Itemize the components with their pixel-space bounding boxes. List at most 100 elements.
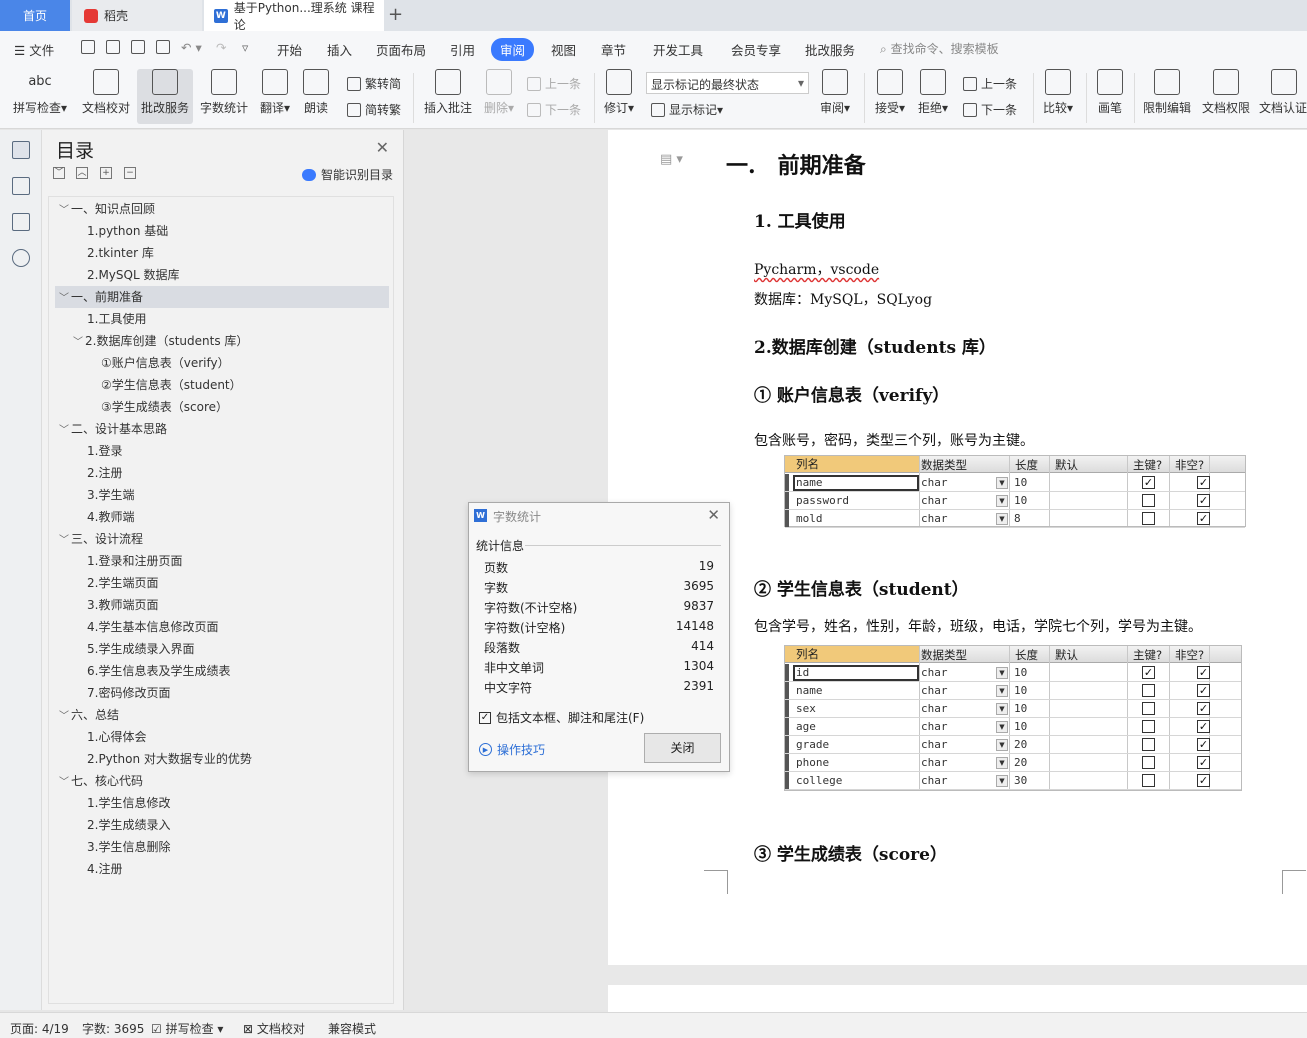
- track-changes-button[interactable]: 修订▾: [600, 69, 638, 116]
- doc-permission-button[interactable]: 文档权限: [1200, 69, 1252, 116]
- toc-item[interactable]: 4.教师端: [87, 506, 134, 528]
- toc-item[interactable]: 2.学生端页面: [87, 572, 158, 594]
- toc-item[interactable]: 1.心得体会: [87, 726, 146, 748]
- tab-daoke[interactable]: 稻壳: [72, 0, 202, 31]
- toc-item[interactable]: ③学生成绩表（score）: [101, 396, 228, 418]
- chevron-down-icon[interactable]: ﹀: [59, 420, 71, 442]
- toc-item[interactable]: 1.登录和注册页面: [87, 550, 182, 572]
- chevron-down-icon[interactable]: ﹀: [59, 200, 71, 222]
- insert-comment-button[interactable]: 插入批注: [422, 69, 474, 116]
- toc-item[interactable]: 7.密码修改页面: [87, 682, 170, 704]
- restrict-edit-button[interactable]: 限制编辑: [1141, 69, 1193, 116]
- next-change-button[interactable]: 下一条: [963, 101, 1017, 118]
- menu-developer[interactable]: 开发工具: [653, 40, 703, 59]
- print-icon[interactable]: [131, 40, 145, 54]
- menu-page-layout[interactable]: 页面布局: [376, 40, 426, 59]
- status-doc-check[interactable]: ⊠ 文档校对: [243, 1020, 305, 1037]
- toc-item[interactable]: 2.MySQL 数据库: [87, 264, 179, 286]
- toc-item[interactable]: ﹀ 七、核心代码: [59, 770, 143, 792]
- chevron-down-icon[interactable]: ﹀: [59, 772, 71, 794]
- word-count-indicator[interactable]: 字数: 3695: [82, 1020, 144, 1037]
- search-icon[interactable]: [12, 249, 30, 267]
- markup-state-select[interactable]: 显示标记的最终状态: [646, 72, 809, 94]
- save-icon[interactable]: [81, 40, 95, 54]
- menu-reference[interactable]: 引用: [450, 40, 475, 59]
- export-pdf-icon[interactable]: [106, 40, 120, 54]
- menu-insert[interactable]: 插入: [327, 40, 352, 59]
- prev-comment-button[interactable]: 上一条: [527, 75, 581, 92]
- tab-home[interactable]: 首页: [0, 0, 70, 31]
- toc-item[interactable]: 3.教师端页面: [87, 594, 158, 616]
- compare-button[interactable]: 比较▾: [1040, 69, 1076, 116]
- toc-item[interactable]: ﹀ 一、前期准备: [55, 286, 389, 308]
- reject-button[interactable]: 拒绝▾: [915, 69, 951, 116]
- quick-access-dropdown-icon[interactable]: ▿: [242, 40, 248, 55]
- toc-item[interactable]: ①账户信息表（verify）: [101, 352, 230, 374]
- doc-check-button[interactable]: 文档校对: [80, 69, 132, 116]
- menu-correct-service[interactable]: 批改服务: [805, 40, 855, 59]
- chevron-down-icon[interactable]: ﹀: [73, 332, 85, 354]
- trad-to-simp-button[interactable]: 繁转简: [347, 75, 401, 92]
- word-count-button[interactable]: 字数统计: [198, 69, 250, 116]
- add-item-icon[interactable]: +: [100, 167, 112, 179]
- pen-button[interactable]: 画笔: [1094, 69, 1126, 116]
- command-search[interactable]: ⌕ 查找命令、搜索模板: [880, 40, 999, 57]
- toc-item[interactable]: 1.工具使用: [87, 308, 146, 330]
- tab-document[interactable]: W 基于Python...理系统 课程论: [204, 0, 384, 32]
- chevron-down-icon[interactable]: ﹀: [59, 706, 71, 728]
- toc-item[interactable]: ②学生信息表（student）: [101, 374, 242, 396]
- accept-button[interactable]: 接受▾: [872, 69, 908, 116]
- delete-comment-button[interactable]: 删除▾: [481, 69, 517, 116]
- toc-item[interactable]: ﹀ 一、知识点回顾: [59, 198, 155, 220]
- toc-item[interactable]: 3.学生端: [87, 484, 134, 506]
- read-aloud-button[interactable]: 朗读: [300, 69, 332, 116]
- simp-to-trad-button[interactable]: 简转繁: [347, 101, 401, 118]
- close-icon[interactable]: ✕: [376, 138, 389, 157]
- include-textbox-checkbox[interactable]: ✓ 包括文本框、脚注和尾注(F): [479, 709, 644, 726]
- toc-item[interactable]: 4.学生基本信息修改页面: [87, 616, 218, 638]
- bookmark-icon[interactable]: [12, 213, 30, 231]
- toc-item[interactable]: 6.学生信息表及学生成绩表: [87, 660, 230, 682]
- close-icon[interactable]: ✕: [707, 506, 720, 524]
- show-markup-button[interactable]: 显示标记 ▾: [651, 101, 723, 118]
- next-comment-button[interactable]: 下一条: [527, 101, 581, 118]
- page-indicator[interactable]: 页面: 4/19: [10, 1020, 69, 1037]
- spell-check-button[interactable]: abc 拼写检查▾: [10, 69, 70, 116]
- menu-review[interactable]: 审阅: [491, 38, 535, 61]
- doc-auth-button[interactable]: 文档认证: [1259, 69, 1307, 116]
- toc-item[interactable]: 2.学生成绩录入: [87, 814, 170, 836]
- close-button[interactable]: 关闭: [644, 733, 721, 763]
- toc-item[interactable]: 1.登录: [87, 440, 122, 462]
- expand-all-icon[interactable]: ︿: [76, 167, 88, 179]
- redo-icon[interactable]: ↷: [216, 40, 226, 55]
- menu-view[interactable]: 视图: [551, 40, 576, 59]
- print-preview-icon[interactable]: [156, 40, 170, 54]
- file-menu[interactable]: ☰ 文件: [14, 40, 54, 59]
- toc-panel-icon[interactable]: [12, 141, 30, 159]
- menu-start[interactable]: 开始: [277, 40, 302, 59]
- menu-chapter[interactable]: 章节: [601, 40, 626, 59]
- next-page[interactable]: [608, 985, 1307, 1015]
- paragraph-options-icon[interactable]: ▤ ▾: [660, 152, 683, 167]
- toc-item[interactable]: 4.注册: [87, 858, 122, 880]
- tips-link[interactable]: ▶ 操作技巧: [479, 741, 545, 758]
- smart-toc-button[interactable]: 智能识别目录: [302, 166, 393, 183]
- translate-button[interactable]: 翻译▾: [257, 69, 293, 116]
- toc-item[interactable]: 1.学生信息修改: [87, 792, 170, 814]
- prev-change-button[interactable]: 上一条: [963, 75, 1017, 92]
- toc-item[interactable]: ﹀ 六、总结: [59, 704, 119, 726]
- undo-icon[interactable]: ↶ ▾: [181, 40, 202, 55]
- chevron-down-icon[interactable]: ﹀: [59, 530, 71, 552]
- toc-item[interactable]: 1.python 基础: [87, 220, 168, 242]
- toc-item[interactable]: 3.学生信息删除: [87, 836, 170, 858]
- remove-item-icon[interactable]: −: [124, 167, 136, 179]
- toc-item[interactable]: 2.注册: [87, 462, 122, 484]
- toc-item[interactable]: ﹀ 二、设计基本思路: [59, 418, 167, 440]
- menu-member[interactable]: 会员专享: [731, 40, 781, 59]
- toc-item[interactable]: 5.学生成绩录入界面: [87, 638, 194, 660]
- toc-item[interactable]: 2.tkinter 库: [87, 242, 154, 264]
- toc-item[interactable]: ﹀ 三、设计流程: [59, 528, 143, 550]
- toc-item[interactable]: 2.Python 对大数据专业的优势: [87, 748, 252, 770]
- review-pane-button[interactable]: 审阅▾: [816, 69, 854, 116]
- status-spell-check[interactable]: ☑ 拼写检查 ▾: [151, 1020, 223, 1037]
